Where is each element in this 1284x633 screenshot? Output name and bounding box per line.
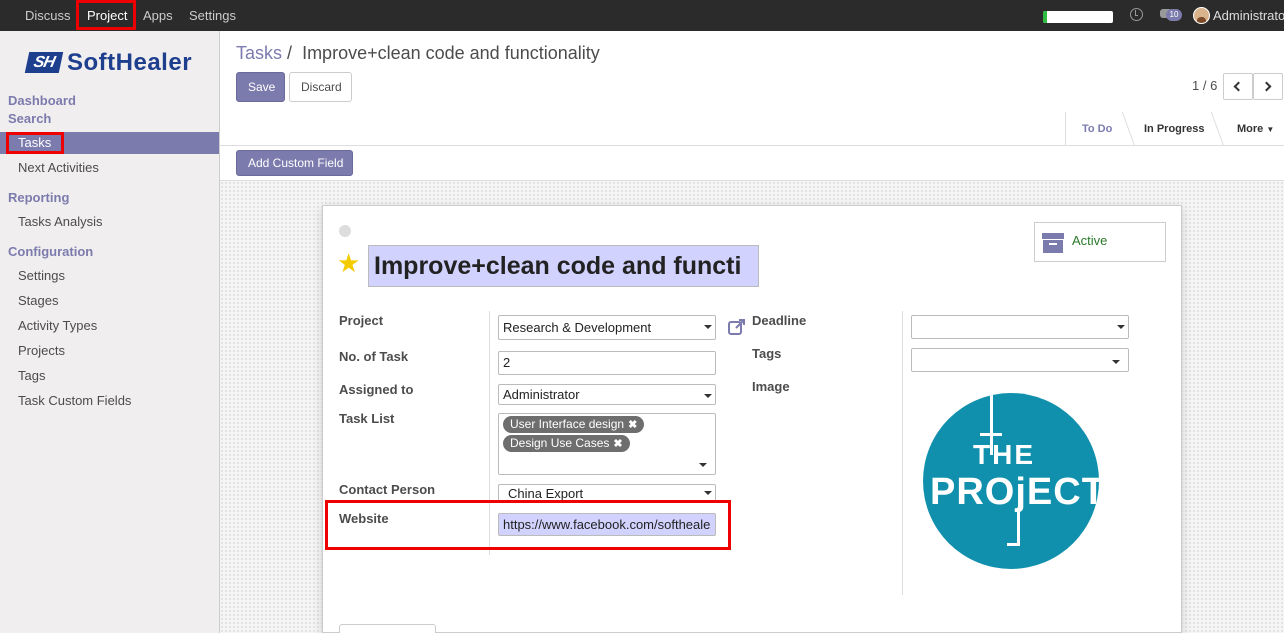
tag-label: Design Use Cases	[510, 436, 610, 450]
caret-down-icon	[704, 394, 712, 398]
sidebar-head-configuration: Configuration	[8, 244, 94, 259]
chevron-right-icon	[1261, 81, 1272, 92]
chevron-left-icon	[1233, 81, 1244, 92]
sidebar-item-projects[interactable]: Projects	[18, 343, 65, 358]
kanban-state-icon[interactable]	[339, 225, 351, 237]
sidebar-head-dashboard[interactable]: Dashboard	[8, 93, 76, 108]
notification-badge: 10	[1166, 9, 1182, 21]
project-select[interactable]: Research & Development	[498, 315, 716, 340]
assigned-to-select[interactable]: Administrator	[498, 384, 716, 405]
caret-down-icon: ▼	[1266, 125, 1275, 134]
priority-star-icon[interactable]: ★	[337, 249, 360, 277]
caret-down-icon	[704, 491, 712, 495]
sidebar-head-search[interactable]: Search	[8, 111, 51, 126]
caret-down-icon	[699, 463, 707, 467]
pager-next-button[interactable]	[1253, 73, 1283, 100]
sidebar-item-activity-types[interactable]: Activity Types	[18, 318, 97, 333]
sidebar-item-settings[interactable]: Settings	[18, 268, 65, 283]
image-text-project: PROjECT	[930, 471, 1099, 513]
remove-tag-icon[interactable]: ✖	[613, 438, 622, 450]
logo-mark: SH	[24, 52, 64, 73]
project-label: Project	[339, 313, 384, 328]
sidebar-item-tasks-analysis[interactable]: Tasks Analysis	[18, 214, 103, 229]
highlight-project-menu	[76, 0, 136, 30]
discard-button[interactable]: Discard	[289, 72, 352, 102]
breadcrumb-parent[interactable]: Tasks	[236, 43, 282, 63]
external-link-icon[interactable]	[728, 318, 746, 336]
deadline-label: Deadline	[752, 313, 807, 328]
right-group-divider	[902, 311, 903, 595]
menu-discuss[interactable]: Discuss	[25, 0, 71, 31]
sidebar-item-task-custom-fields[interactable]: Task Custom Fields	[18, 393, 131, 408]
progress-fill	[1043, 11, 1048, 23]
add-custom-field-button[interactable]: Add Custom Field	[236, 150, 353, 176]
status-bar: To Do In Progress More ▼	[220, 112, 1284, 146]
stage-to-do[interactable]: To Do	[1082, 112, 1112, 146]
onboarding-progress-bar[interactable]	[1043, 11, 1113, 23]
breadcrumb-separator: /	[287, 43, 293, 63]
user-avatar[interactable]	[1193, 7, 1210, 24]
no-of-task-input[interactable]: 2	[498, 351, 716, 375]
image-label: Image	[752, 379, 790, 394]
caret-down-icon	[1117, 325, 1125, 329]
pager-previous-button[interactable]	[1223, 73, 1253, 100]
remove-tag-icon[interactable]: ✖	[628, 419, 637, 431]
logo-text: SoftHealer	[67, 49, 193, 76]
logo-line	[1007, 543, 1020, 546]
form-bottom-button[interactable]	[339, 624, 436, 633]
custom-field-bar	[220, 146, 1284, 181]
highlight-tasks	[6, 132, 64, 154]
stage-more-label: More	[1237, 123, 1264, 135]
top-navbar: Discuss Project Apps Settings 10 Adminis…	[0, 0, 1284, 31]
image-text-the: THE	[973, 439, 1035, 470]
stage-separator	[1121, 112, 1136, 146]
menu-settings[interactable]: Settings	[189, 0, 236, 31]
external-link-svg	[728, 319, 745, 335]
contact-person-label: Contact Person	[339, 482, 436, 497]
caret-down-icon	[1112, 360, 1120, 364]
logo-line	[980, 433, 1002, 436]
sidebar-item-tags[interactable]: Tags	[18, 368, 45, 383]
task-title-input[interactable]: Improve+clean code and functi	[368, 245, 759, 287]
breadcrumb: Tasks / Improve+clean code and functiona…	[236, 43, 600, 64]
logo-line	[1017, 511, 1020, 545]
save-button[interactable]: Save	[236, 72, 285, 102]
tags-label: Tags	[752, 346, 782, 361]
task-list-tag[interactable]: User Interface design ✖	[503, 416, 645, 433]
project-image[interactable]: THE PROjECT	[923, 393, 1099, 569]
active-toggle-button[interactable]: Active	[1034, 222, 1166, 262]
archive-icon	[1042, 233, 1064, 253]
sidebar-item-next-activities[interactable]: Next Activities	[18, 160, 99, 175]
stage-in-progress[interactable]: In Progress	[1144, 112, 1205, 146]
caret-down-icon	[704, 325, 712, 329]
tags-input[interactable]	[911, 348, 1129, 372]
task-list-label: Task List	[339, 411, 395, 426]
clock-icon[interactable]	[1130, 8, 1143, 21]
stage-separator	[1065, 112, 1066, 146]
user-menu[interactable]: Administrator	[1213, 0, 1284, 31]
active-status-label: Active	[1072, 233, 1108, 248]
stage-more-dropdown[interactable]: More ▼	[1237, 112, 1274, 146]
task-list-tag[interactable]: Design Use Cases ✖	[503, 435, 630, 452]
sidebar-head-reporting: Reporting	[8, 190, 70, 205]
menu-apps[interactable]: Apps	[143, 0, 173, 31]
stage-separator	[1210, 112, 1225, 146]
assigned-to-label: Assigned to	[339, 382, 414, 397]
deadline-input[interactable]	[911, 315, 1129, 339]
breadcrumb-current: Improve+clean code and functionality	[302, 43, 600, 63]
pager-value[interactable]: 1 / 6	[1192, 78, 1217, 93]
highlight-website-field	[325, 500, 731, 550]
sidebar-item-stages[interactable]: Stages	[18, 293, 58, 308]
tag-label: User Interface design	[510, 417, 625, 431]
no-of-task-label: No. of Task	[339, 349, 409, 364]
